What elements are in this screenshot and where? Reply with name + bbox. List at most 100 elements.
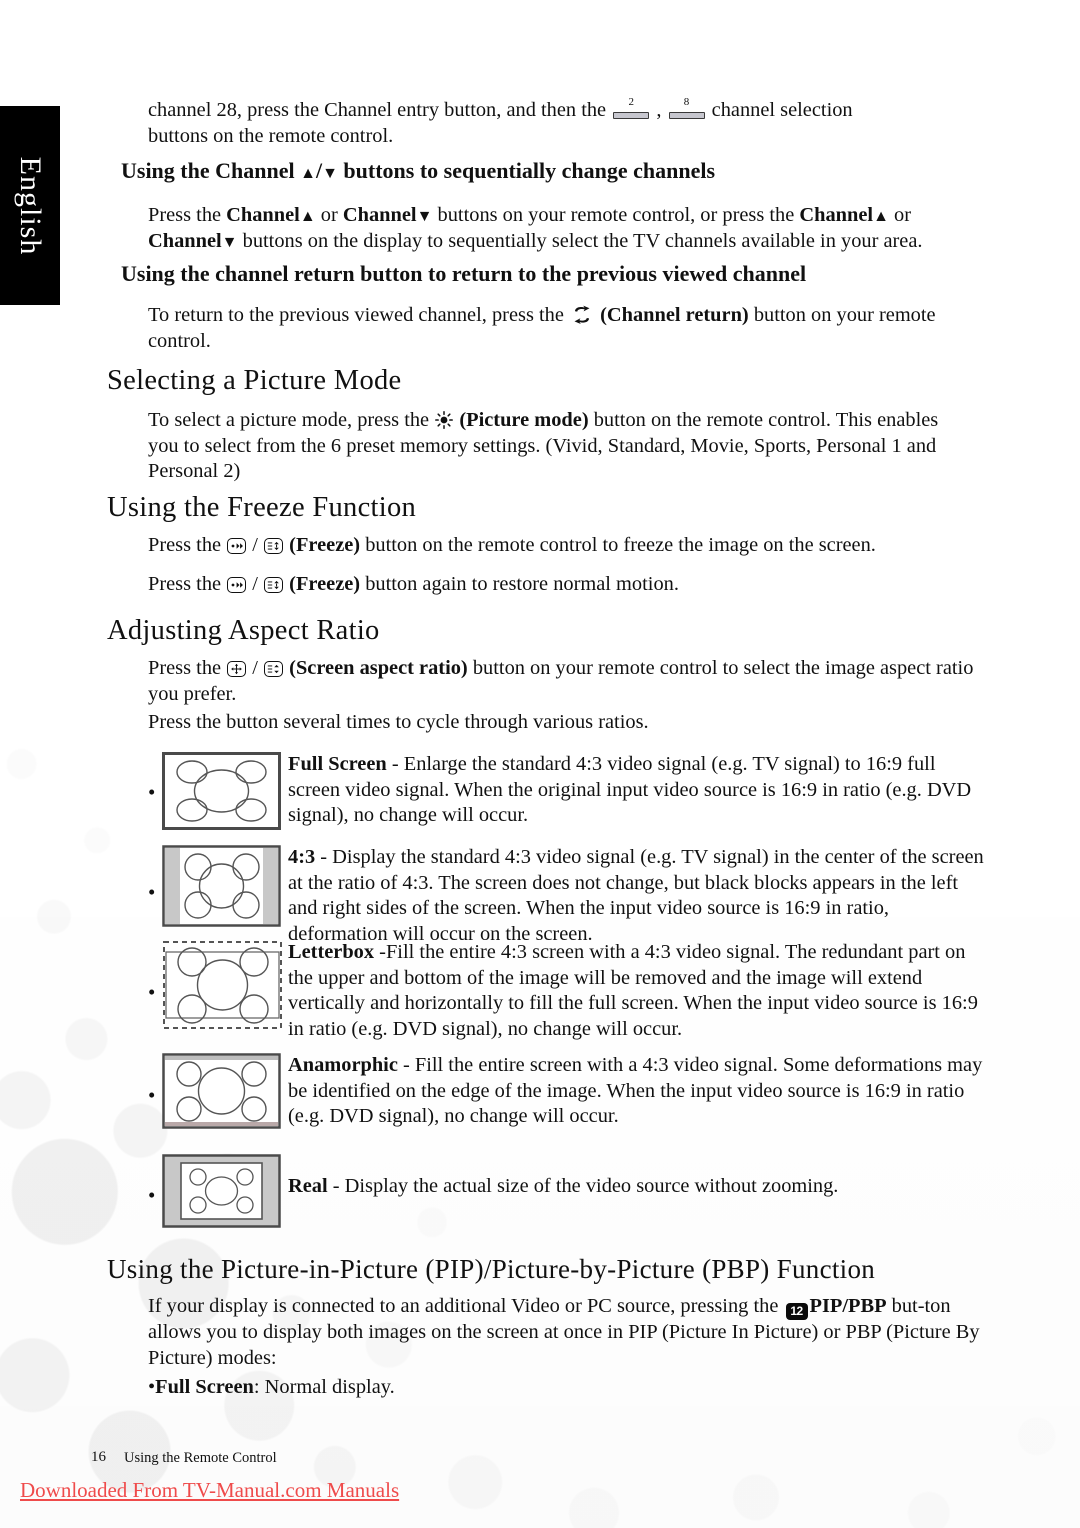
cr-text-2: button on your remote bbox=[753, 304, 936, 326]
footer-section-label: Using the Remote Control bbox=[124, 1450, 277, 1466]
fz2-slash: / bbox=[252, 573, 258, 595]
ch-bold-channel-4: Channel bbox=[148, 229, 222, 252]
aspect-term-letterbox: Letterbox bbox=[288, 941, 375, 963]
aspect-term-real: Real bbox=[288, 1175, 328, 1197]
intro-text-before-keys: channel 28, press the Channel entry butt… bbox=[148, 99, 607, 121]
heading-selecting-picture-mode: Selecting a Picture Mode bbox=[107, 365, 402, 396]
screen-aspect-key-icon-b bbox=[264, 661, 284, 677]
bullet-letterbox: • bbox=[148, 980, 156, 1004]
paragraph-channel-buttons: Press the Channel▲ or Channel▼ buttons o… bbox=[148, 203, 996, 254]
intro-text-line2: buttons on the remote control. bbox=[148, 124, 394, 147]
aspect-term-anamorphic: Anamorphic bbox=[288, 1054, 398, 1076]
paragraph-freeze-2: Press the / (Freeze) button again to res… bbox=[148, 572, 998, 598]
paragraph-pip-pbp: If your display is connected to an addit… bbox=[148, 1294, 984, 1371]
aspect-term-full-screen: Full Screen bbox=[288, 753, 387, 775]
intro-comma: , bbox=[656, 99, 662, 121]
ar-slash: / bbox=[252, 657, 258, 679]
aspect-text-anamorphic: Anamorphic - Fill the entire screen with… bbox=[288, 1053, 988, 1130]
channel-up-icon-2: ▲ bbox=[873, 208, 889, 225]
cr-text-1: To return to the previous viewed channel… bbox=[148, 304, 564, 326]
channel-down-triangle-icon: ▼ bbox=[322, 165, 338, 182]
remote-key-8-bar bbox=[668, 112, 705, 119]
bullet-four-three: • bbox=[148, 880, 156, 904]
heading-channel-part1: Using the Channel bbox=[121, 158, 295, 183]
bullet-full-screen: • bbox=[148, 780, 156, 804]
paragraph-pip-bullet-full-screen: •Full Screen: Normal display. bbox=[148, 1375, 988, 1401]
real-diagram bbox=[162, 1154, 281, 1233]
pip-text-1: If your display is connected to an addit… bbox=[148, 1295, 779, 1317]
freeze-key-icon-a2 bbox=[227, 577, 247, 593]
manual-page: English channel 28, press the Channel en… bbox=[0, 0, 1080, 1528]
pip-bold-label: PIP/PBP bbox=[809, 1295, 887, 1317]
ch-text-4: or bbox=[894, 204, 912, 226]
paragraph-channel-return: To return to the previous viewed channel… bbox=[148, 303, 998, 354]
channel-down-icon-2: ▼ bbox=[221, 233, 238, 251]
channel-up-triangle-icon: ▲ bbox=[300, 165, 316, 182]
aspect-text-full-screen: Full Screen - Enlarge the standard 4:3 v… bbox=[288, 752, 988, 829]
screen-aspect-key-icon-a bbox=[227, 661, 247, 677]
ch-bold-channel-2: Channel bbox=[342, 204, 417, 226]
aspect-text-real: Real - Display the actual size of the vi… bbox=[288, 1174, 988, 1200]
freeze-key-icon-b2 bbox=[264, 577, 284, 593]
remote-key-2-icon: 2 bbox=[613, 96, 650, 120]
ch-text-1: Press the bbox=[148, 204, 222, 226]
aspect-text-letterbox: Letterbox -Fill the entire 4:3 screen wi… bbox=[288, 940, 988, 1042]
paragraph-picture-mode: To select a picture mode, press the (Pic… bbox=[148, 408, 948, 485]
aspect-desc-letterbox: -Fill the entire 4:3 screen with a 4:3 v… bbox=[288, 941, 978, 1040]
channel-down-icon-1: ▼ bbox=[416, 208, 433, 225]
download-source-link[interactable]: Downloaded From TV-Manual.com Manuals bbox=[20, 1478, 399, 1503]
picture-mode-icon bbox=[435, 411, 454, 429]
remote-key-2-label: 2 bbox=[628, 96, 634, 108]
aspect-desc-full-screen: - Enlarge the standard 4:3 video signal … bbox=[288, 753, 972, 826]
paragraph-freeze-1: Press the / (Freeze) button on the remot… bbox=[148, 533, 998, 559]
aspect-term-four-three: 4:3 bbox=[288, 846, 316, 868]
fz1-bold-label: (Freeze) bbox=[289, 534, 361, 556]
aspect-desc-real: - Display the actual size of the video s… bbox=[327, 1175, 839, 1197]
bullet-real: • bbox=[148, 1183, 156, 1207]
pip-bullet-term: Full Screen bbox=[155, 1376, 254, 1398]
paragraph-intro-continuation: channel 28, press the Channel entry butt… bbox=[148, 96, 988, 149]
fz1-text-1: Press the bbox=[148, 534, 222, 556]
footer-page-number: 16 bbox=[91, 1449, 106, 1465]
bullet-anamorphic: • bbox=[148, 1083, 156, 1107]
four-three-diagram bbox=[162, 845, 281, 932]
fz2-bold-label: (Freeze) bbox=[289, 573, 361, 595]
heading-freeze-function: Using the Freeze Function bbox=[107, 492, 417, 523]
channel-up-icon-1: ▲ bbox=[299, 208, 316, 225]
fz2-text-2: button again to restore normal motion. bbox=[365, 573, 679, 595]
ch-text-5: buttons on the display to sequentially s… bbox=[242, 229, 923, 252]
cr-text-3: control. bbox=[148, 329, 211, 352]
aspect-text-four-three: 4:3 - Display the standard 4:3 video sig… bbox=[288, 845, 988, 947]
pip-bullet-desc: : Normal display. bbox=[253, 1376, 395, 1398]
pip-pbp-key-icon: 12 bbox=[785, 1303, 808, 1320]
fz1-slash: / bbox=[252, 534, 258, 556]
freeze-key-icon-a1 bbox=[227, 538, 247, 554]
ar-bold-label: (Screen aspect ratio) bbox=[289, 657, 468, 679]
heading-adjusting-aspect-ratio: Adjusting Aspect Ratio bbox=[107, 615, 380, 646]
letterbox-diagram bbox=[162, 940, 283, 1035]
heading-channel-part2: buttons to sequentially change channels bbox=[343, 158, 716, 183]
remote-key-2-bar bbox=[613, 112, 650, 119]
heading-pip-pbp-function: Using the Picture-in-Picture (PIP)/Pictu… bbox=[107, 1254, 876, 1284]
freeze-key-icon-b1 bbox=[264, 538, 284, 554]
heading-channel-updown-buttons: Using the Channel ▲/▼ buttons to sequent… bbox=[121, 158, 715, 184]
channel-return-icon bbox=[571, 305, 593, 325]
remote-key-8-icon: 8 bbox=[668, 96, 705, 120]
pm-text-1: To select a picture mode, press the bbox=[148, 409, 430, 431]
ch-text-2: or bbox=[320, 204, 338, 226]
language-tab-label: English bbox=[14, 156, 47, 255]
aspect-desc-four-three: - Display the standard 4:3 video signal … bbox=[288, 846, 984, 945]
ch-text-3: buttons on your remote control, or press… bbox=[437, 204, 795, 226]
cr-bold-label: (Channel return) bbox=[600, 304, 749, 326]
language-tab-english: English bbox=[0, 106, 60, 305]
fz1-text-2: button on the remote control to freeze t… bbox=[365, 534, 876, 556]
intro-text-after-keys: channel selection bbox=[711, 99, 853, 121]
remote-key-8-label: 8 bbox=[683, 96, 690, 108]
anamorphic-diagram bbox=[162, 1053, 281, 1134]
ch-bold-channel-1: Channel bbox=[226, 204, 300, 226]
ar-text-1: Press the bbox=[148, 657, 222, 679]
full-screen-diagram bbox=[162, 752, 281, 835]
paragraph-aspect-2: Press the button several times to cycle … bbox=[148, 711, 649, 733]
heading-channel-return: Using the channel return button to retur… bbox=[121, 261, 807, 286]
fz2-text-1: Press the bbox=[148, 573, 222, 595]
